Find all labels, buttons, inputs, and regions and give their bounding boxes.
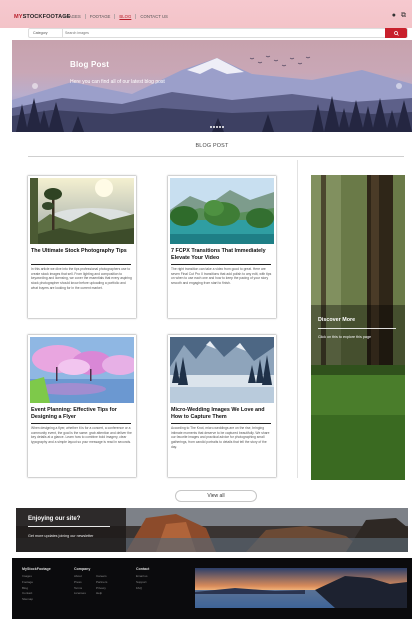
footer-heading: Contact	[136, 567, 150, 571]
slide-dot[interactable]	[222, 126, 224, 128]
nav-images[interactable]: IMAGES	[60, 14, 86, 19]
section-divider	[28, 156, 404, 157]
search-icon	[393, 30, 399, 36]
main-nav: IMAGES FOOTAGE BLOG CONTACT US	[60, 14, 172, 19]
slide-dot[interactable]	[210, 126, 212, 128]
blog-card-image	[30, 178, 134, 244]
slide-dot[interactable]	[219, 126, 221, 128]
header-actions: ● ⧉	[392, 12, 406, 20]
discover-more-panel[interactable]: Discover More Click on this to explore t…	[311, 175, 405, 480]
newsletter-divider	[28, 526, 110, 527]
newsletter-banner[interactable]: Enjoying our site? Get more updates join…	[16, 508, 408, 552]
footer-column-brand: MyStockFootage Images Footage Blog Conta…	[22, 567, 51, 603]
search-bar: Category	[28, 28, 408, 38]
blog-card[interactable]: 7 FCPX Transitions That Immediately Elev…	[168, 176, 276, 318]
blog-card-divider	[171, 264, 271, 265]
blog-card-image	[30, 337, 134, 403]
newsletter-text: Get more updates joining our newsletter	[28, 534, 94, 538]
hero-banner: Blog Post Here you can find all of our l…	[12, 40, 412, 132]
footer-heading: Company	[74, 567, 91, 571]
hero-mountain-image	[12, 55, 412, 132]
hero-next-arrow[interactable]	[396, 83, 402, 89]
blog-card-excerpt: When designing a flyer, whether it is fo…	[31, 426, 132, 445]
blog-card-excerpt: In this article we dive into the tips pr…	[31, 267, 132, 290]
hero-title: Blog Post	[70, 60, 110, 69]
blog-card-excerpt: The right transition can take a video fr…	[171, 267, 272, 286]
blog-card[interactable]: The Ultimate Stock Photography Tips In t…	[28, 176, 136, 318]
footer-column-contact: Contact Email us Support FAQ	[136, 567, 149, 591]
slide-dot[interactable]	[216, 126, 218, 128]
section-title: BLOG POST	[195, 143, 229, 149]
blog-card-title[interactable]: Event Planning: Effective Tips for Desig…	[31, 407, 133, 421]
blog-card-excerpt: According to The Knot, micro-weddings ar…	[171, 426, 270, 449]
blog-card-image	[170, 337, 274, 403]
cart-icon[interactable]: ⧉	[401, 12, 406, 20]
top-bar: MYSTOCKFOOTAGE IMAGES FOOTAGE BLOG CONTA…	[0, 0, 412, 28]
search-button[interactable]	[385, 28, 407, 38]
footer-link[interactable]: Email us	[136, 574, 149, 580]
discover-more-text: Click on this to explore this page	[318, 335, 372, 339]
blog-card-title[interactable]: Micro-Wedding Images We Love and How to …	[171, 407, 273, 421]
footer-column-company: Company About Careers Press Partners Ter…	[74, 567, 118, 597]
discover-more-title: Discover More	[318, 317, 356, 323]
coast-image	[16, 508, 408, 552]
blog-card-title[interactable]: 7 FCPX Transitions That Immediately Elev…	[171, 248, 273, 262]
footer-sunset-image	[195, 568, 407, 608]
slide-dot[interactable]	[213, 126, 215, 128]
footer-link[interactable]: FAQ	[136, 586, 149, 592]
blog-card-divider	[31, 423, 131, 424]
blog-card-divider	[171, 423, 271, 424]
footer-link[interactable]: Licenses	[74, 591, 96, 597]
hero-subtitle: Here you can find all of our latest blog…	[70, 79, 165, 85]
footer-heading: MyStockFootage	[22, 567, 51, 571]
hero-slide-indicator	[210, 126, 224, 128]
category-select[interactable]: Category	[29, 29, 63, 37]
user-icon[interactable]: ●	[392, 12, 396, 20]
blog-card-image	[170, 178, 274, 244]
hero-prev-arrow[interactable]	[32, 83, 38, 89]
nav-contact-us[interactable]: CONTACT US	[136, 14, 172, 19]
discover-more-divider	[318, 328, 396, 329]
column-divider	[297, 160, 298, 478]
search-input[interactable]	[65, 29, 365, 37]
blog-card-title[interactable]: The Ultimate Stock Photography Tips	[31, 248, 133, 255]
view-all-button[interactable]: View all	[175, 490, 257, 502]
site-footer: MyStockFootage Images Footage Blog Conta…	[12, 558, 412, 619]
blog-card[interactable]: Event Planning: Effective Tips for Desig…	[28, 335, 136, 477]
logo-prefix: MY	[14, 14, 23, 20]
footer-link[interactable]: Sitemap	[22, 597, 51, 603]
nav-blog[interactable]: BLOG	[115, 14, 137, 19]
nav-footage[interactable]: FOOTAGE	[86, 14, 116, 19]
newsletter-title: Enjoying our site?	[28, 516, 81, 522]
footer-link[interactable]: Help	[96, 591, 118, 597]
blog-card-divider	[31, 264, 131, 265]
blog-card[interactable]: Micro-Wedding Images We Love and How to …	[168, 335, 276, 477]
